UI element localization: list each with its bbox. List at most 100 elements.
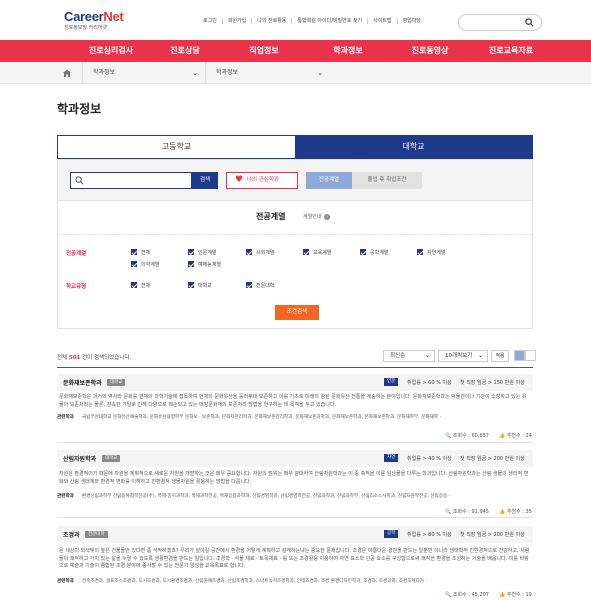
nav-item-psych-test[interactable]: 진로심리검사 xyxy=(72,40,150,62)
view-count-value: 조회수 : 91,945 xyxy=(452,509,489,515)
checkbox-field-arts[interactable]: 예체능계열 xyxy=(188,261,221,269)
nav-item-materials[interactable]: 진로교육자료 xyxy=(472,40,550,62)
school-type-badge: 전문대학 xyxy=(85,531,108,538)
view-count-value: 조회수 : 45,207 xyxy=(452,592,489,598)
checkbox-label: 공학계열 xyxy=(370,250,389,256)
nav-item-dept-info[interactable]: 학과정보 xyxy=(308,40,388,62)
checkbox-field-medical[interactable]: 의약계열 xyxy=(131,261,159,269)
like-count[interactable]: 👍 추천수 : 24 xyxy=(499,432,532,439)
home-icon[interactable] xyxy=(62,68,72,78)
checkbox-label: 인문계열 xyxy=(198,250,217,256)
breadcrumb-dropdown-1[interactable]: 학과정보 ⌄ xyxy=(82,62,198,84)
site-header: CareerNet 진로정보망 커리어넷 로그인 회원가입 나의 진로활동 통합… xyxy=(0,0,591,40)
dept-name[interactable]: 조경과 xyxy=(63,530,80,539)
checkbox-label: 교육계열 xyxy=(313,250,332,256)
checkbox-icon xyxy=(188,249,194,255)
school-type-badge: 대학교 xyxy=(107,379,126,386)
top-search-input[interactable] xyxy=(458,14,542,31)
logo-subtitle: 진로정보망 커리어넷 xyxy=(64,25,107,31)
starting-salary: 첫 직장 임금 > 200 만원 이상 xyxy=(460,456,525,462)
search-icon[interactable] xyxy=(525,18,534,27)
checkbox-field-all[interactable]: 전체 xyxy=(131,249,150,257)
checkbox-field-humanities[interactable]: 인문계열 xyxy=(188,249,216,257)
related-depts: 관련학과 환경산림과학부 산림융복합학전공(주), 목재·종이과학과, 목재과학전… xyxy=(57,493,533,500)
related-depts: 관련학과 국립부산대학교 문화유산예술학과, 문화유산융합학부 문화보 · 보존학… xyxy=(57,414,533,421)
starting-salary: 첫 직장 임금 > 150 만원 이상 xyxy=(460,380,525,386)
checkbox-school-all[interactable]: 전체 xyxy=(131,282,150,290)
filter-title: 전공계열 xyxy=(256,212,286,221)
checkbox-label: 의약계열 xyxy=(141,262,160,268)
checkbox-label: 예체능계열 xyxy=(198,262,222,268)
checkbox-field-engineering[interactable]: 공학계열 xyxy=(360,249,388,257)
breadcrumb-label-2: 학과정보 xyxy=(216,69,239,76)
list-item[interactable]: 조경과 전문대학 공학 취업률 > 80 % 이상 첫 직장 임금 > 200 … xyxy=(57,526,533,600)
search-panel: 검색 ♥ 나의 관심학과 전공계열 졸업 후 취업조건 xyxy=(57,159,533,201)
checkbox-label: 대학교 xyxy=(198,283,212,289)
tab-major-field[interactable]: 전공계열 xyxy=(306,172,352,189)
per-page-select[interactable]: 10개씩보기 ⌄ xyxy=(438,350,488,362)
related-list: 국립부산대학교 문화유산예술학과, 문화유산융합학부 문화보 · 보존학과, 문… xyxy=(81,415,441,420)
checkbox-field-natural[interactable]: 자연계열 xyxy=(417,249,445,257)
breadcrumb-dropdown-2[interactable]: 학과정보 ⌄ xyxy=(205,62,323,84)
field-tag: 공학 xyxy=(384,530,399,538)
checkbox-field-education[interactable]: 교육계열 xyxy=(303,249,331,257)
like-count-value: 추천수 : 19 xyxy=(506,592,532,598)
checkbox-label: 전문대학 xyxy=(256,283,275,289)
apply-button[interactable]: 적용 xyxy=(491,350,509,362)
chevron-down-icon: ⌄ xyxy=(192,69,198,77)
my-career-link[interactable]: 나의 진로활동 xyxy=(252,18,293,24)
sitemap-link[interactable]: 사이트맵 xyxy=(368,18,398,24)
divider xyxy=(57,367,533,368)
tab-university[interactable]: 대학교 xyxy=(295,136,532,158)
checkbox-icon xyxy=(360,249,366,255)
like-count-value: 추천수 : 24 xyxy=(506,433,532,439)
grid-view-icon[interactable] xyxy=(525,350,536,361)
card-header: 조경과 전문대학 공학 취업률 > 80 % 이상 첫 직장 임금 > 200 … xyxy=(57,526,533,543)
dept-name[interactable]: 문화재보존학과 xyxy=(63,378,102,387)
list-item[interactable]: 산림자원학과 대학교 자연 취업률 > 40 % 이상 첫 직장 임금 > 20… xyxy=(57,450,533,518)
checkbox-icon xyxy=(131,249,137,255)
nav-item-video[interactable]: 진로동영상 xyxy=(388,40,472,62)
like-count[interactable]: 👍 추천수 : 19 xyxy=(499,591,532,598)
checkbox-icon xyxy=(303,249,309,255)
dept-description: 문화재보존학은 과거의 역사와 문화를 현재의 과학기술에 접목하여 현재의 문… xyxy=(59,394,527,408)
tab-job-condition[interactable]: 졸업 후 취업조건 xyxy=(352,172,422,189)
condition-search-button[interactable]: 조건검색 xyxy=(275,305,319,320)
heart-icon: ♥ xyxy=(235,175,244,185)
list-view-icon[interactable] xyxy=(514,350,525,361)
search-button[interactable]: 검색 xyxy=(192,172,218,189)
business-link[interactable]: 영업마당 xyxy=(398,18,426,24)
checkbox-label: 전체 xyxy=(141,283,151,289)
signup-link[interactable]: 회원가입 xyxy=(223,18,253,24)
nav-item-counseling[interactable]: 진로상담 xyxy=(150,40,220,62)
school-type-badge: 대학교 xyxy=(102,455,121,462)
sort-select-value: 최신순 xyxy=(390,353,406,359)
my-interest-button[interactable]: ♥ 나의 관심학과 xyxy=(226,172,298,189)
site-logo[interactable]: CareerNet 진로정보망 커리어넷 xyxy=(64,10,124,34)
result-count-number: 501 xyxy=(68,355,81,361)
sort-select[interactable]: 최신순 ⌄ xyxy=(383,350,435,362)
like-count[interactable]: 👍 추천수 : 35 xyxy=(499,508,532,515)
breadcrumb: 학과정보 ⌄ 학과정보 ⌄ xyxy=(0,62,591,84)
main-nav: 진로심리검사 진로상담 직업정보 학과정보 진로동영상 진로교육자료 xyxy=(0,40,591,62)
logo-text-net: Net xyxy=(103,9,124,24)
school-tabs: 고등학교 대학교 xyxy=(57,135,533,159)
tab-high-school[interactable]: 고등학교 xyxy=(58,136,295,158)
my-interest-label: 나의 관심학과 xyxy=(247,177,280,183)
checkbox-school-university[interactable]: 대학교 xyxy=(188,282,212,290)
checkbox-school-college[interactable]: 전문대학 xyxy=(246,282,274,290)
related-list: 환경산림과학부 산림융복합학전공(주), 목재·종이과학과, 목재과학전공, 목… xyxy=(81,494,451,499)
field-guide-link[interactable]: 계열안내 i xyxy=(303,213,330,220)
per-page-select-value: 10개씩보기 xyxy=(445,353,473,359)
related-label: 관련학과 xyxy=(57,494,74,499)
checkbox-field-social[interactable]: 사회계열 xyxy=(246,249,274,257)
dept-search-input[interactable] xyxy=(70,172,192,189)
checkbox-icon xyxy=(246,249,252,255)
employment-rate: 취업률 > 60 % 이상 xyxy=(407,380,452,386)
dept-name[interactable]: 산림자원학과 xyxy=(63,454,96,463)
nav-item-job-info[interactable]: 직업정보 xyxy=(220,40,308,62)
list-item[interactable]: 문화재보존학과 대학교 인문 취업률 > 60 % 이상 첫 직장 임금 > 1… xyxy=(57,374,533,443)
breadcrumb-label-1: 학과정보 xyxy=(93,69,116,76)
find-account-link[interactable]: 통합회원 아이디/비밀번호 찾기 xyxy=(292,18,369,24)
login-link[interactable]: 로그인 xyxy=(198,18,223,24)
